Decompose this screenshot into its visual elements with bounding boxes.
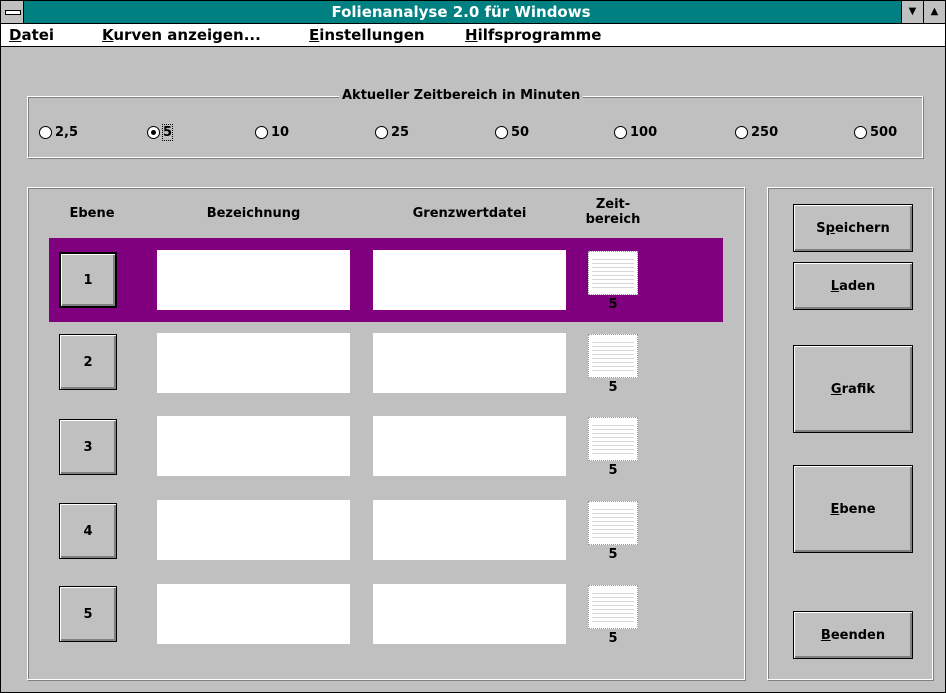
- bezeichnung-3-input[interactable]: [157, 416, 350, 476]
- menu-datei[interactable]: Datei: [9, 26, 54, 44]
- header-bezeichnung: Bezeichnung: [206, 206, 301, 221]
- zeitbereich-1-indicator[interactable]: 5: [588, 251, 640, 312]
- maximize-button[interactable]: ▲: [923, 1, 945, 23]
- level-4-button[interactable]: 4: [59, 503, 117, 559]
- radio-5[interactable]: 5: [147, 123, 174, 141]
- title-bar[interactable]: Folienanalyse 2.0 für Windows ▼ ▲: [1, 1, 945, 24]
- grenzwertdatei-1-input[interactable]: [373, 250, 566, 310]
- window-title: Folienanalyse 2.0 für Windows: [331, 3, 591, 21]
- grenzwertdatei-2-input[interactable]: [373, 333, 566, 393]
- level-1-button[interactable]: 1: [59, 252, 117, 308]
- bezeichnung-4-input[interactable]: [157, 500, 350, 560]
- header-zeitbereich: Zeit-bereich: [585, 197, 641, 227]
- grenzwertdatei-3-input[interactable]: [373, 416, 566, 476]
- zeitbereich-3-indicator[interactable]: 5: [588, 417, 640, 478]
- radio-250[interactable]: 250: [735, 124, 778, 140]
- actions-panel: [767, 187, 933, 680]
- header-grenzwertdatei: Grenzwertdatei: [412, 206, 527, 221]
- main-window: Folienanalyse 2.0 für Windows ▼ ▲ Datei …: [0, 0, 946, 693]
- menu-bar: Datei Kurven anzeigen... Einstellungen H…: [1, 24, 945, 47]
- menu-einstellungen[interactable]: Einstellungen: [309, 26, 425, 44]
- grenzwertdatei-5-input[interactable]: [373, 584, 566, 644]
- zeitbereich-4-indicator[interactable]: 5: [588, 501, 640, 562]
- menu-kurven-anzeigen[interactable]: Kurven anzeigen...: [102, 26, 261, 44]
- laden-button[interactable]: Laden: [793, 262, 913, 310]
- zeitbereich-5-indicator[interactable]: 5: [588, 585, 640, 646]
- radio-25[interactable]: 25: [375, 124, 409, 140]
- radio-500[interactable]: 500: [854, 124, 897, 140]
- speichern-button[interactable]: Sp eichern: [793, 204, 913, 252]
- level-3-button[interactable]: 3: [59, 419, 117, 475]
- level-2-button[interactable]: 2: [59, 334, 117, 390]
- bezeichnung-2-input[interactable]: [157, 333, 350, 393]
- beenden-button[interactable]: Beenden: [793, 611, 913, 659]
- ebene-button[interactable]: Ebene: [793, 465, 913, 553]
- bezeichnung-1-input[interactable]: [157, 250, 350, 310]
- menu-hilfsprogramme[interactable]: Hilfsprogramme: [465, 26, 601, 44]
- minimize-button[interactable]: ▼: [901, 1, 923, 23]
- radio-50[interactable]: 50: [495, 124, 529, 140]
- system-menu-icon[interactable]: [1, 1, 24, 23]
- header-ebene: Ebene: [69, 206, 115, 221]
- grafik-button[interactable]: Grafik: [793, 345, 913, 433]
- zeitbereich-2-indicator[interactable]: 5: [588, 334, 640, 395]
- radio-10[interactable]: 10: [255, 124, 289, 140]
- timerange-title: Aktueller Zeitbereich in Minuten: [339, 88, 584, 103]
- radio-2-5[interactable]: 2,5: [39, 124, 78, 140]
- grenzwertdatei-4-input[interactable]: [373, 500, 566, 560]
- radio-100[interactable]: 100: [614, 124, 657, 140]
- level-5-button[interactable]: 5: [59, 586, 117, 642]
- bezeichnung-5-input[interactable]: [157, 584, 350, 644]
